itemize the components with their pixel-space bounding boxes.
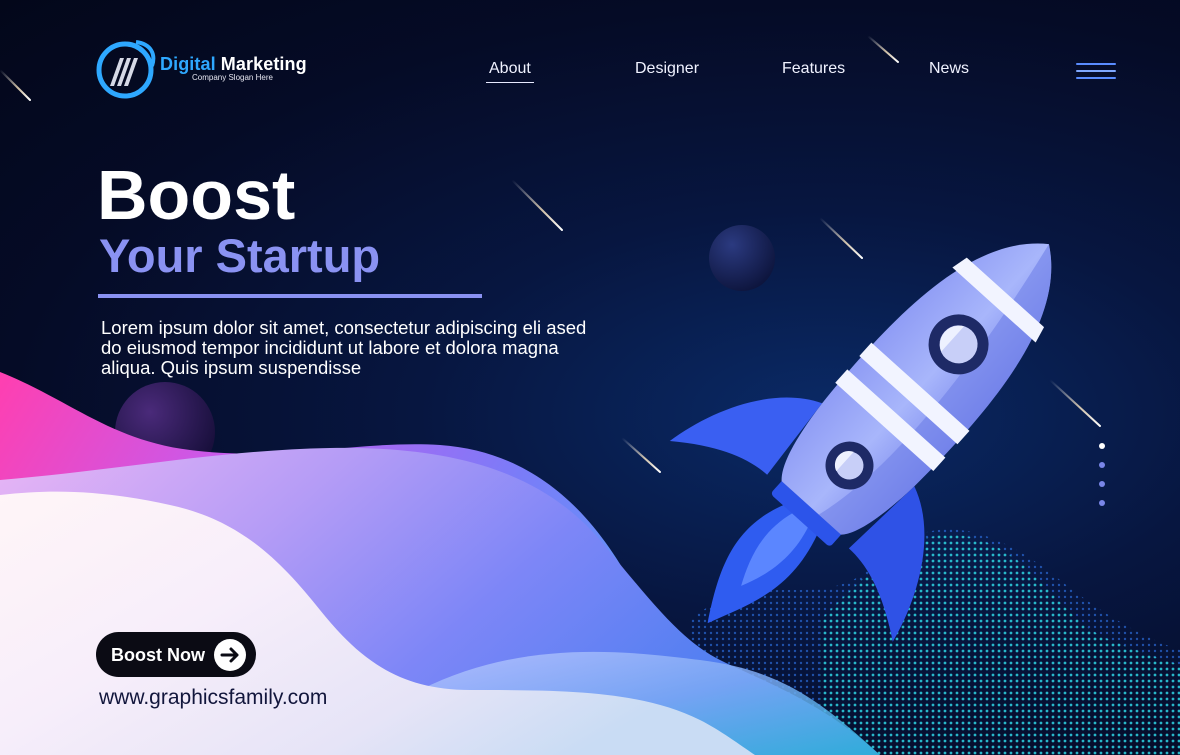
brand-logo[interactable]: Digital Marketing Company Slogan Here bbox=[96, 40, 326, 100]
boost-now-button[interactable]: Boost Now bbox=[96, 632, 256, 677]
pager-dot-1[interactable] bbox=[1099, 443, 1105, 449]
logo-mark-icon bbox=[96, 40, 156, 99]
hero-divider bbox=[98, 294, 482, 298]
pager-dot-4[interactable] bbox=[1099, 500, 1105, 506]
menu-line bbox=[1076, 77, 1116, 79]
brand-name-accent: Digital bbox=[160, 54, 216, 74]
menu-line bbox=[1076, 70, 1116, 72]
pager-dot-3[interactable] bbox=[1099, 481, 1105, 487]
nav-about[interactable]: About bbox=[486, 60, 534, 83]
nav-news[interactable]: News bbox=[929, 60, 969, 78]
brand-slogan: Company Slogan Here bbox=[192, 73, 273, 82]
menu-line bbox=[1076, 63, 1116, 65]
hamburger-menu-icon[interactable] bbox=[1076, 61, 1116, 83]
hero-subtitle: Your Startup bbox=[99, 229, 381, 282]
arrow-right-icon bbox=[214, 639, 246, 671]
brand-name-rest: Marketing bbox=[215, 54, 307, 74]
pager-dot-2[interactable] bbox=[1099, 462, 1105, 468]
nav-features[interactable]: Features bbox=[782, 60, 845, 78]
nav-designer[interactable]: Designer bbox=[635, 60, 699, 78]
slide-pager bbox=[1098, 443, 1108, 507]
hero-title: Boost bbox=[97, 156, 296, 234]
planet-small bbox=[709, 225, 775, 291]
hero-description: Lorem ipsum dolor sit amet, consectetur … bbox=[101, 317, 587, 378]
brand-name: Digital Marketing bbox=[160, 54, 307, 75]
boost-now-label: Boost Now bbox=[111, 645, 205, 665]
website-url[interactable]: www.graphicsfamily.com bbox=[99, 686, 327, 710]
